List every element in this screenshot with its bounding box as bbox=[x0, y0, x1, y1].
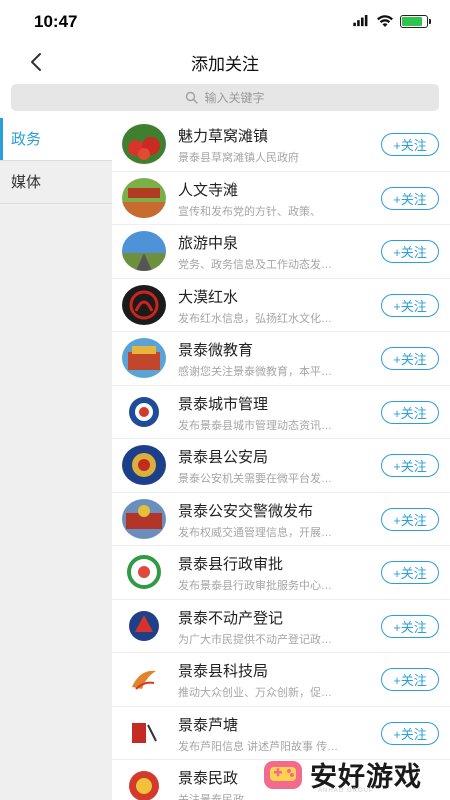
list-item[interactable]: 人文寺滩 宣传和发布党的方针、政策、 +关注 bbox=[112, 172, 450, 225]
avatar bbox=[122, 659, 166, 699]
item-desc: 感谢您关注景泰微教育，本平… bbox=[178, 366, 332, 378]
item-title: 景泰城市管理 bbox=[178, 395, 269, 413]
follow-button[interactable]: +关注 bbox=[381, 240, 439, 263]
watermark-subtext: ANHAO GROUP bbox=[318, 788, 375, 794]
game-controller-logo-icon bbox=[264, 761, 302, 789]
wifi-icon bbox=[377, 15, 393, 27]
avatar bbox=[122, 338, 166, 378]
item-desc: 党务、政务信息及工作动态发… bbox=[178, 259, 332, 271]
search-placeholder: 输入关键字 bbox=[204, 91, 265, 105]
item-desc: 景泰公安机关需要在微平台发… bbox=[178, 473, 332, 485]
avatar bbox=[122, 712, 166, 753]
search-icon bbox=[186, 91, 199, 104]
item-title: 景泰民政 bbox=[178, 770, 239, 787]
avatar bbox=[122, 231, 166, 271]
category-sidebar: 政务 媒体 bbox=[0, 118, 112, 800]
sidebar-item-label: 媒体 bbox=[11, 174, 42, 191]
list-item[interactable]: 景泰城市管理 发布景泰县城市管理动态资讯… +关注 bbox=[112, 386, 450, 439]
search-input[interactable]: 输入关键字 bbox=[11, 84, 439, 111]
list-item[interactable]: 魅力草窝滩镇 景泰县草窝滩镇人民政府 +关注 bbox=[112, 118, 450, 172]
avatar bbox=[122, 766, 166, 800]
item-desc: 发布景泰县行政审批服务中心… bbox=[178, 580, 332, 592]
item-title: 景泰县行政审批 bbox=[178, 556, 284, 573]
item-title: 大漠红水 bbox=[178, 288, 239, 306]
avatar bbox=[122, 552, 166, 592]
avatar bbox=[122, 391, 166, 432]
sidebar-item-zhengwu[interactable]: 政务 bbox=[0, 118, 112, 161]
item-title: 景泰芦塘 bbox=[178, 716, 239, 734]
item-title: 景泰县公安局 bbox=[178, 449, 269, 466]
item-title: 人文寺滩 bbox=[178, 181, 239, 199]
item-title: 景泰县科技局 bbox=[178, 663, 269, 680]
follow-button[interactable]: +关注 bbox=[381, 347, 439, 370]
list-item[interactable]: 景泰不动产登记 为广大市民提供不动产登记政… +关注 bbox=[112, 600, 450, 653]
item-desc: 发布景泰县城市管理动态资讯… bbox=[178, 419, 332, 432]
status-icons bbox=[352, 14, 431, 28]
status-bar: 10:47 bbox=[0, 0, 450, 44]
avatar bbox=[122, 605, 166, 646]
battery-icon bbox=[400, 14, 431, 28]
page-title: 添加关注 bbox=[191, 55, 259, 74]
list-item[interactable]: 景泰县行政审批 发布景泰县行政审批服务中心… +关注 bbox=[112, 546, 450, 600]
item-desc: 为广大市民提供不动产登记政… bbox=[178, 633, 332, 646]
follow-button[interactable]: +关注 bbox=[381, 668, 439, 691]
follow-button[interactable]: +关注 bbox=[381, 400, 439, 424]
item-title: 景泰不动产登记 bbox=[178, 609, 284, 627]
item-desc: 发布红水信息，弘扬红水文化… bbox=[178, 312, 332, 325]
list-item[interactable]: 景泰县公安局 景泰公安机关需要在微平台发… +关注 bbox=[112, 439, 450, 493]
list-item[interactable]: 景泰县科技局 推动大众创业、万众创新，促… +关注 bbox=[112, 653, 450, 707]
follow-button[interactable]: +关注 bbox=[381, 561, 439, 584]
item-desc: 景泰县草窝滩镇人民政府 bbox=[178, 152, 299, 164]
status-time: 10:47 bbox=[34, 12, 78, 31]
avatar bbox=[122, 284, 166, 325]
avatar bbox=[122, 177, 166, 218]
follow-button[interactable]: +关注 bbox=[381, 293, 439, 317]
item-title: 旅游中泉 bbox=[178, 235, 239, 252]
item-title: 魅力草窝滩镇 bbox=[178, 128, 269, 145]
list-item[interactable]: 旅游中泉 党务、政务信息及工作动态发… +关注 bbox=[112, 225, 450, 279]
item-title: 景泰微教育 bbox=[178, 342, 254, 359]
sidebar-item-label: 政务 bbox=[11, 131, 42, 148]
follow-button[interactable]: +关注 bbox=[381, 186, 439, 210]
avatar bbox=[122, 498, 166, 539]
signal-icon bbox=[353, 15, 368, 27]
item-desc: 宣传和发布党的方针、政策、 bbox=[178, 205, 321, 218]
follow-button[interactable]: +关注 bbox=[381, 721, 439, 745]
sidebar-item-meiti[interactable]: 媒体 bbox=[0, 161, 112, 204]
avatar bbox=[122, 445, 166, 485]
item-title: 景泰公安交警微发布 bbox=[178, 502, 314, 520]
list-item[interactable]: 景泰微教育 感谢您关注景泰微教育，本平… +关注 bbox=[112, 332, 450, 386]
follow-button[interactable]: +关注 bbox=[381, 507, 439, 531]
follow-button[interactable]: +关注 bbox=[381, 133, 439, 156]
nav-bar: 添加关注 bbox=[0, 44, 450, 80]
avatar bbox=[122, 124, 166, 164]
follow-button[interactable]: +关注 bbox=[381, 614, 439, 638]
list-item[interactable]: 大漠红水 发布红水信息，弘扬红水文化… +关注 bbox=[112, 279, 450, 332]
item-desc: 推动大众创业、万众创新，促… bbox=[178, 687, 332, 699]
follow-button[interactable]: +关注 bbox=[381, 454, 439, 477]
list-item[interactable]: 景泰公安交警微发布 发布权威交通管理信息，开展… +关注 bbox=[112, 493, 450, 546]
item-desc: 发布权威交通管理信息，开展… bbox=[178, 526, 332, 539]
account-list: 魅力草窝滩镇 景泰县草窝滩镇人民政府 +关注 人文寺滩 宣传和发布党的方针、政策… bbox=[112, 118, 450, 800]
